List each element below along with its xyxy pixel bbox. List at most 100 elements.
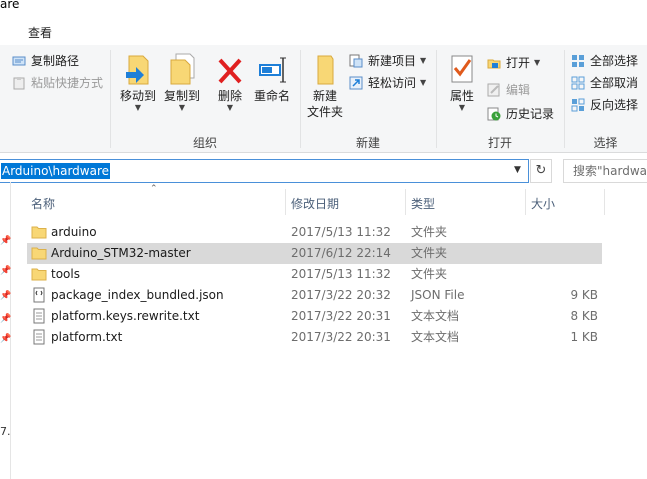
history-button[interactable]: 历史记录: [487, 105, 554, 122]
chevron-down-icon: ▼: [534, 57, 541, 67]
refresh-icon: ↻: [535, 163, 547, 178]
edit-label: 编辑: [506, 83, 531, 97]
new-folder-button[interactable]: 新建 文件夹: [304, 52, 346, 120]
new-item-button[interactable]: 新建项目 ▼: [349, 52, 426, 69]
file-date: 2017/3/22 20:32: [291, 288, 391, 302]
column-header-date[interactable]: 修改日期: [291, 195, 339, 212]
pin-icon[interactable]: 📌: [0, 236, 11, 246]
chevron-down-icon[interactable]: ▼: [514, 165, 521, 175]
column-divider[interactable]: [285, 189, 286, 215]
file-type: 文本文档: [411, 330, 460, 344]
move-to-label: 移动到: [119, 89, 156, 103]
folder-icon: [31, 245, 47, 261]
pin-icon[interactable]: 📌: [0, 291, 11, 301]
edit-icon: [487, 83, 501, 97]
select-none-button[interactable]: 全部取消: [571, 74, 638, 91]
json-file-icon: [31, 287, 47, 303]
file-row[interactable]: Arduino_STM32-master 2017/6/12 22:14 文件夹: [27, 243, 602, 264]
file-type: 文件夹: [411, 225, 448, 239]
pin-icon[interactable]: 📌: [0, 314, 11, 324]
copy-to-icon: [170, 53, 195, 85]
select-all-button[interactable]: 全部选择: [571, 52, 638, 69]
copy-to-label: 复制到: [163, 89, 200, 103]
pin-icon[interactable]: 📌: [0, 266, 11, 276]
select-none-icon: [571, 76, 585, 90]
select-all-icon: [571, 54, 585, 68]
easy-access-icon: [349, 76, 363, 90]
delete-label: 删除: [217, 89, 242, 103]
file-type: 文本文档: [411, 309, 460, 323]
file-type: 文件夹: [411, 267, 448, 281]
file-name: platform.txt: [51, 330, 123, 344]
history-label: 历史记录: [506, 107, 555, 121]
open-label: 打开: [506, 56, 531, 70]
invert-selection-label: 反向选择: [590, 98, 639, 112]
file-name: tools: [51, 267, 80, 281]
copy-to-button[interactable]: 复制到 ▼: [160, 52, 204, 112]
file-type: JSON File: [411, 288, 465, 302]
address-path[interactable]: Arduino\hardware: [1, 163, 110, 179]
properties-label: 属性: [449, 89, 474, 103]
search-input[interactable]: 搜索"hardware": [563, 159, 647, 183]
copy-path-label: 复制路径: [31, 54, 80, 68]
file-name: arduino: [51, 225, 97, 239]
paste-shortcut-icon: [12, 76, 26, 90]
copy-path-icon: [12, 54, 26, 68]
properties-icon: [451, 55, 473, 83]
chevron-down-icon: ▼: [178, 103, 186, 112]
file-size: 9 KB: [570, 288, 598, 302]
move-to-button[interactable]: 移动到 ▼: [116, 52, 160, 112]
file-row[interactable]: arduino 2017/5/13 11:32 文件夹: [27, 222, 602, 243]
select-all-label: 全部选择: [590, 54, 639, 68]
text-file-icon: [31, 308, 47, 324]
column-header-name[interactable]: 名称: [31, 195, 55, 212]
new-folder-icon: [317, 55, 334, 85]
chevron-down-icon: ▼: [134, 103, 142, 112]
easy-access-label: 轻松访问: [368, 76, 417, 90]
file-name: Arduino_STM32-master: [51, 246, 191, 260]
organize-group-label: 组织: [192, 136, 217, 150]
file-row[interactable]: platform.txt 2017/3/22 20:31 文本文档 1 KB: [27, 327, 602, 348]
column-header-type[interactable]: 类型: [411, 195, 435, 212]
file-name: package_index_bundled.json: [51, 288, 224, 302]
rename-label: 重命名: [253, 89, 290, 103]
file-size: 8 KB: [570, 309, 598, 323]
new-group-label: 新建: [355, 136, 380, 150]
column-divider[interactable]: [525, 189, 526, 215]
paste-shortcut-button[interactable]: 粘贴快捷方式: [12, 74, 103, 91]
edit-button[interactable]: 编辑: [487, 81, 530, 98]
chevron-down-icon: ▼: [420, 55, 427, 65]
open-icon: [487, 56, 501, 70]
rename-button[interactable]: 重命名: [250, 52, 294, 104]
delete-button[interactable]: 删除 ▼: [212, 52, 248, 112]
copy-path-button[interactable]: 复制路径: [12, 52, 79, 69]
move-to-icon: [126, 55, 149, 85]
refresh-button[interactable]: ↻: [530, 159, 552, 183]
file-row[interactable]: package_index_bundled.json 2017/3/22 20:3…: [27, 285, 602, 306]
tab-view[interactable]: 查看: [28, 24, 52, 41]
select-none-label: 全部取消: [590, 76, 639, 90]
file-size: 1 KB: [570, 330, 598, 344]
file-type: 文件夹: [411, 246, 448, 260]
nav-item-fragment[interactable]: 7.: [0, 425, 11, 438]
file-name: platform.keys.rewrite.txt: [51, 309, 200, 323]
chevron-down-icon: ▼: [420, 77, 427, 87]
chevron-down-icon: ▼: [458, 103, 466, 112]
pin-icon[interactable]: 📌: [0, 334, 11, 344]
invert-selection-button[interactable]: 反向选择: [571, 96, 638, 113]
file-date: 2017/3/22 20:31: [291, 330, 391, 344]
window-title: are: [0, 0, 20, 11]
properties-button[interactable]: 属性 ▼: [441, 52, 483, 112]
open-button[interactable]: 打开 ▼: [487, 54, 540, 71]
rename-icon: [259, 57, 286, 83]
column-divider[interactable]: [604, 189, 605, 215]
column-header-size[interactable]: 大小: [531, 195, 555, 212]
chevron-down-icon: ▼: [226, 103, 234, 112]
easy-access-button[interactable]: 轻松访问 ▼: [349, 74, 426, 91]
delete-icon: [218, 58, 242, 84]
file-row[interactable]: platform.keys.rewrite.txt 2017/3/22 20:31…: [27, 306, 602, 327]
column-divider[interactable]: [405, 189, 406, 215]
folder-icon: [31, 224, 47, 240]
file-date: 2017/6/12 22:14: [291, 246, 391, 260]
file-row[interactable]: tools 2017/5/13 11:32 文件夹: [27, 264, 602, 285]
